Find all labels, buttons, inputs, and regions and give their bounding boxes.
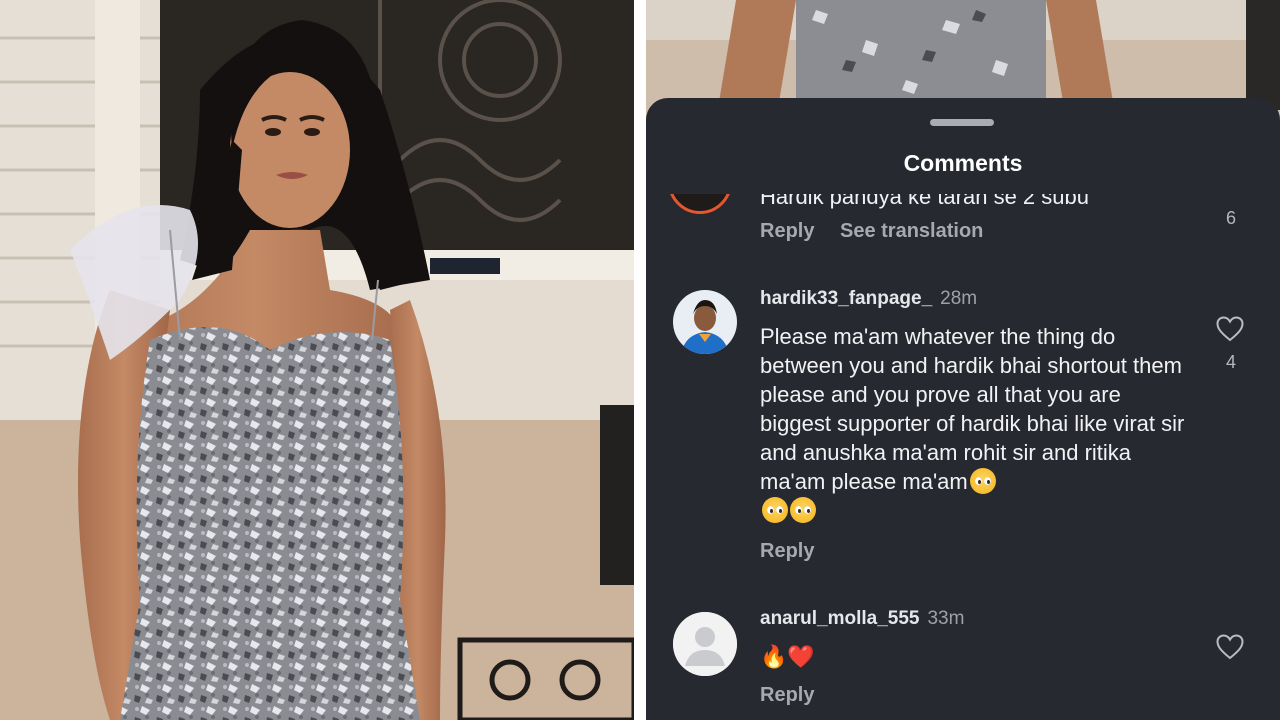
comment-username[interactable]: hardik33_fanpage_ 28m — [760, 288, 977, 310]
heart-outline-icon[interactable] — [1216, 316, 1244, 342]
comment-username[interactable]: anarul_molla_555 33m — [760, 608, 964, 630]
reply-button[interactable]: Reply — [760, 540, 814, 563]
comment-text: Please ma'am whatever the thing do betwe… — [760, 322, 1190, 525]
sheet-title: Comments — [903, 150, 1023, 176]
comments-list[interactable]: Hardik pandya ke tarah se 2 subu Reply S… — [646, 194, 1280, 720]
comment-item: anarul_molla_555 33m 🔥❤️ Reply — [646, 608, 1280, 720]
heart-outline-icon[interactable] — [1216, 634, 1244, 660]
comment-time: 33m — [927, 608, 965, 629]
user-avatar[interactable] — [668, 194, 732, 214]
see-translation-button[interactable]: See translation — [840, 220, 983, 243]
comments-sheet: Comments Hardik pandya ke tarah se 2 sub… — [646, 98, 1280, 720]
comment-item: Hardik pandya ke tarah se 2 subu Reply S… — [646, 194, 1280, 264]
pleading-face-emoji — [790, 497, 816, 523]
comment-text: 🔥❤️ — [760, 644, 815, 669]
username-text[interactable]: anarul_molla_555 — [760, 608, 919, 629]
reply-button[interactable]: Reply — [760, 684, 814, 707]
pleading-face-emoji — [969, 468, 996, 494]
cricketer-avatar[interactable] — [673, 290, 737, 354]
drag-handle[interactable] — [930, 119, 994, 126]
like-count: 6 — [1225, 208, 1236, 228]
default-user-avatar[interactable] — [673, 612, 737, 676]
comment-time: 28m — [940, 288, 978, 309]
pleading-face-emoji — [762, 497, 788, 523]
phone-screen: Comments Hardik pandya ke tarah se 2 sub… — [646, 0, 1280, 720]
like-count: 4 — [1225, 352, 1236, 372]
username-text[interactable]: hardik33_fanpage_ — [760, 288, 932, 309]
photo-illustration — [0, 0, 634, 720]
reply-button[interactable]: Reply — [760, 220, 814, 243]
comment-text-content: Please ma'am whatever the thing do betwe… — [760, 324, 1185, 494]
comment-text: Hardik pandya ke tarah se 2 subu — [760, 194, 1089, 209]
comment-item: hardik33_fanpage_ 28m Please ma'am whatev… — [646, 288, 1280, 580]
panel-divider — [634, 0, 646, 720]
fashion-photo — [0, 0, 634, 720]
